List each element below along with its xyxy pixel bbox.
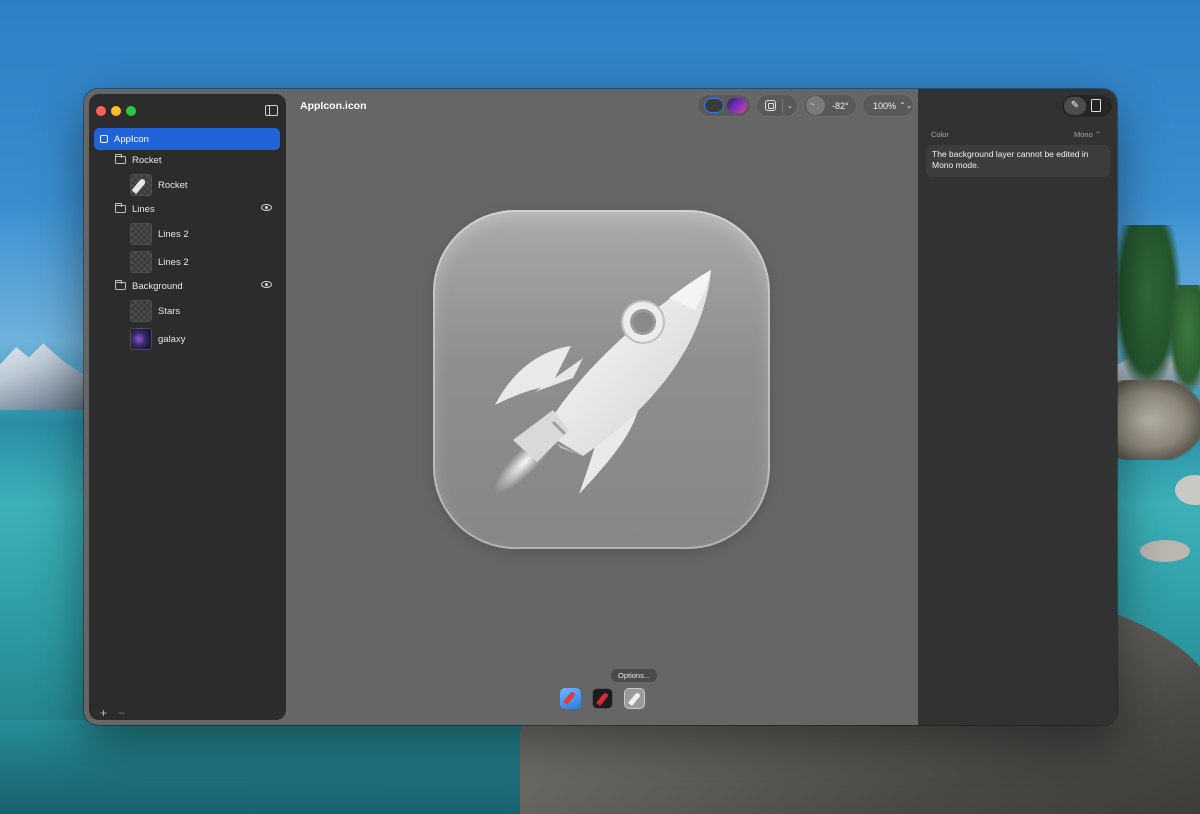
eye-icon[interactable] bbox=[261, 281, 272, 288]
sidebar-item-label: galaxy bbox=[158, 333, 186, 345]
wallpaper-rocks bbox=[1112, 380, 1200, 460]
variant-default-thumbnail[interactable] bbox=[560, 688, 581, 709]
wallpaper-water bbox=[0, 720, 560, 814]
angle-dial-icon: ~ bbox=[810, 100, 815, 109]
rocket-icon bbox=[628, 692, 641, 706]
sidebar-item-label: Lines 2 bbox=[158, 228, 189, 240]
sidebar-item-label: Rocket bbox=[158, 179, 188, 191]
sidebar-layer-rocket[interactable]: Rocket bbox=[94, 173, 280, 197]
transparent-thumbnail-icon bbox=[130, 251, 152, 273]
mode-select[interactable]: Mono ⌃ bbox=[1074, 130, 1101, 139]
angle-value: -82° bbox=[832, 100, 849, 111]
appearance-switcher[interactable] bbox=[697, 94, 751, 117]
wallpaper-tree-small bbox=[1168, 285, 1200, 395]
sidebar-group-lines[interactable]: Lines bbox=[94, 198, 280, 220]
chevron-down-icon[interactable]: ⌄ bbox=[787, 102, 793, 110]
grid-icon[interactable] bbox=[765, 100, 776, 111]
variant-mono-thumbnail[interactable] bbox=[624, 688, 645, 709]
icon-preview bbox=[433, 210, 770, 549]
wallpaper-mountains bbox=[0, 343, 90, 410]
updown-chevron-icon: ⌃⌄ bbox=[899, 101, 913, 110]
sidebar-group-rocket[interactable]: Rocket bbox=[94, 149, 280, 171]
zoom-select[interactable]: 100% ⌃⌄ bbox=[862, 94, 914, 117]
sidebar-layer-stars[interactable]: Stars bbox=[94, 299, 280, 323]
angle-dial[interactable]: ~ bbox=[806, 96, 825, 115]
app-square-icon bbox=[100, 135, 108, 143]
add-layer-button[interactable]: + bbox=[100, 707, 107, 719]
background-note: The background layer cannot be edited in… bbox=[926, 145, 1110, 177]
transparent-thumbnail-icon bbox=[130, 223, 152, 245]
zoom-value: 100% bbox=[873, 100, 897, 111]
paintbrush-icon[interactable]: ✎ bbox=[1064, 97, 1086, 115]
variant-dark-thumbnail[interactable] bbox=[592, 688, 613, 709]
transparent-thumbnail-icon bbox=[130, 300, 152, 322]
divider bbox=[782, 98, 783, 113]
rocket-icon bbox=[596, 692, 609, 706]
grid-options[interactable]: ⌄ bbox=[756, 94, 798, 117]
inspector-panel: ✎ Color Mono ⌃ The background layer cann… bbox=[918, 89, 1117, 725]
light-angle-control[interactable]: ~ -82° bbox=[803, 94, 857, 117]
wallpaper-rock bbox=[1175, 475, 1200, 505]
sidebar-item-label: Background bbox=[132, 280, 183, 292]
sidebar-item-label: Rocket bbox=[132, 154, 162, 166]
document-title: AppIcon.icon bbox=[300, 100, 367, 112]
sidebar-item-label: AppIcon bbox=[114, 133, 149, 145]
sidebar-item-label: Lines bbox=[132, 203, 155, 215]
rocket-thumbnail-icon bbox=[130, 174, 152, 196]
folder-icon bbox=[114, 203, 126, 213]
minimize-window-button[interactable] bbox=[111, 106, 121, 116]
appearance-color-button[interactable] bbox=[727, 98, 747, 113]
remove-layer-button[interactable]: − bbox=[118, 707, 125, 719]
sidebar-layer-lines-2[interactable]: Lines 2 bbox=[94, 222, 280, 246]
inspector-tab-switcher[interactable]: ✎ bbox=[1062, 95, 1112, 117]
sidebar-item-label: Stars bbox=[158, 305, 181, 317]
eye-icon[interactable] bbox=[261, 204, 272, 211]
sidebar-item-label: Lines 2 bbox=[158, 256, 189, 268]
sidebar-item-appicon[interactable]: AppIcon bbox=[94, 128, 280, 150]
options-button[interactable]: Options... bbox=[611, 669, 658, 682]
folder-icon bbox=[114, 280, 126, 290]
rocket-icon bbox=[563, 691, 576, 705]
sidebar-layer-galaxy[interactable]: galaxy bbox=[94, 327, 280, 351]
folder-icon bbox=[114, 154, 126, 164]
document-icon[interactable] bbox=[1091, 99, 1101, 112]
sidebar-layer-lines-2[interactable]: Lines 2 bbox=[94, 250, 280, 274]
sidebar-group-background[interactable]: Background bbox=[94, 275, 280, 297]
close-window-button[interactable] bbox=[96, 106, 106, 116]
app-window: AppIcon Rocket Rocket Lines Lines 2 Line… bbox=[84, 89, 1117, 725]
galaxy-thumbnail-icon bbox=[130, 328, 152, 350]
sidebar-toggle-icon[interactable] bbox=[265, 105, 278, 116]
wallpaper-rock bbox=[1140, 540, 1190, 562]
color-section-label: Color bbox=[931, 130, 949, 139]
zoom-window-button[interactable] bbox=[126, 106, 136, 116]
rocket-icon bbox=[494, 270, 711, 494]
appearance-default-button[interactable] bbox=[704, 98, 724, 113]
layers-sidebar: AppIcon Rocket Rocket Lines Lines 2 Line… bbox=[89, 94, 286, 720]
